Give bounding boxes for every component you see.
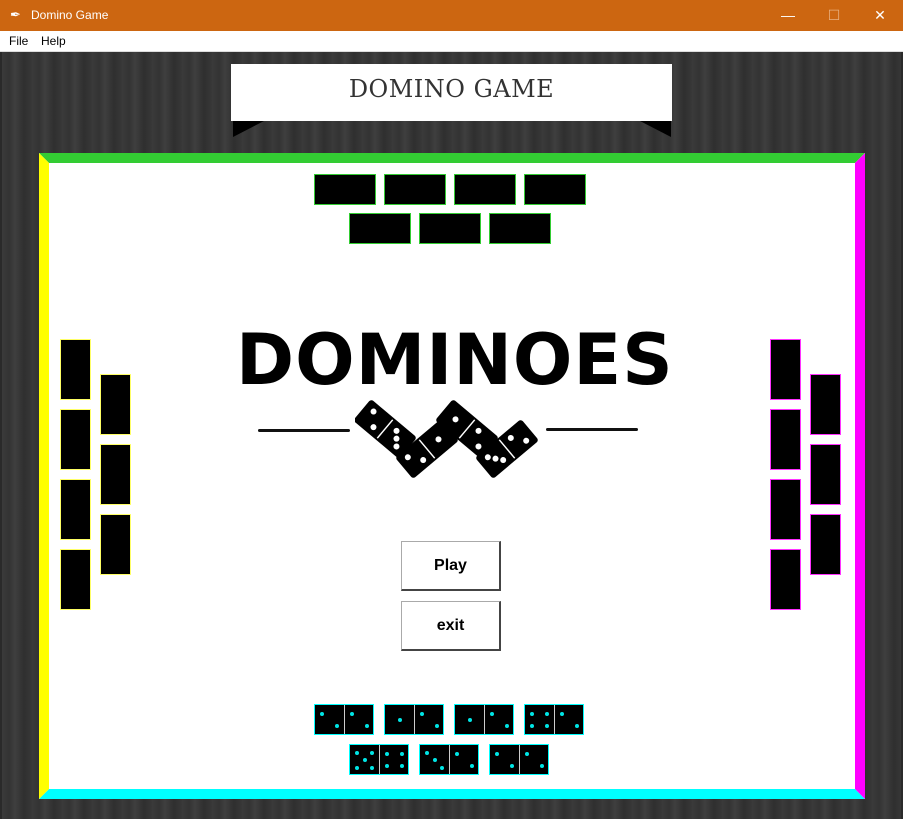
table-edge-top	[39, 153, 865, 163]
domino-tile[interactable]	[810, 514, 841, 575]
domino-tile[interactable]	[100, 374, 131, 435]
domino-pip	[455, 752, 460, 756]
maximize-button[interactable]: ☐	[811, 0, 857, 31]
domino-pip	[425, 750, 430, 755]
domino-pip	[432, 758, 437, 762]
domino-pip	[334, 724, 339, 728]
table-edge-right	[855, 153, 865, 799]
domino-pip	[420, 712, 425, 716]
domino-pip	[399, 752, 404, 756]
domino-tile[interactable]	[419, 744, 479, 775]
domino-pip	[439, 765, 444, 770]
tile-divider	[484, 705, 485, 734]
domino-pip	[467, 718, 472, 722]
domino-pip	[539, 764, 544, 768]
domino-pip	[364, 724, 369, 728]
domino-pip	[320, 712, 325, 716]
tile-divider	[414, 705, 415, 734]
domino-pip	[355, 750, 360, 755]
domino-pip	[544, 712, 549, 716]
tile-divider	[554, 705, 555, 734]
domino-pip	[397, 718, 402, 722]
domino-tile[interactable]	[810, 374, 841, 435]
domino-tile[interactable]	[770, 409, 801, 470]
domino-tile[interactable]	[454, 174, 516, 205]
close-button[interactable]: ✕	[857, 0, 903, 31]
menu-help[interactable]: Help	[41, 33, 66, 49]
domino-pip	[509, 764, 514, 768]
domino-pip	[504, 724, 509, 728]
exit-button[interactable]: exit	[401, 601, 501, 651]
domino-pip	[434, 724, 439, 728]
domino-pip	[544, 724, 549, 728]
domino-tile[interactable]	[314, 174, 376, 205]
window-title: Domino Game	[31, 8, 109, 22]
window-titlebar: ✒ Domino Game — ☐ ✕	[0, 0, 903, 31]
feather-icon: ✒	[10, 7, 21, 22]
domino-tile[interactable]	[100, 444, 131, 505]
domino-tile[interactable]	[60, 479, 91, 540]
domino-tile[interactable]	[100, 514, 131, 575]
title-banner: DOMINO GAME	[231, 64, 672, 121]
domino-tile[interactable]	[489, 213, 551, 244]
domino-tile[interactable]	[60, 339, 91, 400]
domino-tile[interactable]	[384, 174, 446, 205]
domino-tile[interactable]	[770, 339, 801, 400]
play-button[interactable]: Play	[401, 541, 501, 591]
domino-pip	[530, 724, 535, 728]
domino-pip	[530, 712, 535, 716]
domino-pip	[362, 758, 367, 762]
domino-tile[interactable]	[60, 409, 91, 470]
banner-ribbon-right	[640, 121, 671, 137]
minimize-button[interactable]: —	[765, 0, 811, 31]
domino-tile[interactable]	[454, 704, 514, 735]
dominoes-logo-icon	[355, 400, 538, 478]
domino-tile[interactable]	[810, 444, 841, 505]
logo-brush-stroke-right	[546, 428, 638, 431]
tile-divider	[344, 705, 345, 734]
table-edge-bottom	[39, 789, 865, 799]
domino-tile[interactable]	[770, 549, 801, 610]
banner-title: DOMINO GAME	[348, 75, 555, 103]
domino-pip	[385, 764, 390, 768]
domino-pip	[469, 764, 474, 768]
domino-pip	[350, 712, 355, 716]
domino-pip	[369, 765, 374, 770]
domino-tile[interactable]	[524, 174, 586, 205]
domino-tile[interactable]	[770, 479, 801, 540]
domino-tile[interactable]	[489, 744, 549, 775]
domino-pip	[369, 750, 374, 755]
domino-pip	[574, 724, 579, 728]
domino-pip	[495, 752, 500, 756]
domino-tile[interactable]	[349, 213, 411, 244]
domino-pip	[355, 765, 360, 770]
domino-pip	[490, 712, 495, 716]
domino-pip	[525, 752, 530, 756]
menu-bar: File Help	[0, 31, 903, 52]
dominoes-logo-text: DOMINOES	[236, 319, 674, 401]
table-edge-left	[39, 153, 49, 799]
domino-pip	[399, 764, 404, 768]
tile-divider	[379, 745, 380, 774]
menu-file[interactable]: File	[9, 33, 28, 49]
domino-pip	[385, 752, 390, 756]
domino-tile[interactable]	[349, 744, 409, 775]
domino-tile[interactable]	[384, 704, 444, 735]
domino-tile[interactable]	[419, 213, 481, 244]
domino-tile[interactable]	[524, 704, 584, 735]
banner-ribbon-left	[233, 121, 264, 137]
domino-pip	[560, 712, 565, 716]
logo-brush-stroke-left	[258, 429, 350, 432]
tile-divider	[449, 745, 450, 774]
tile-divider	[519, 745, 520, 774]
domino-tile[interactable]	[314, 704, 374, 735]
domino-tile[interactable]	[60, 549, 91, 610]
